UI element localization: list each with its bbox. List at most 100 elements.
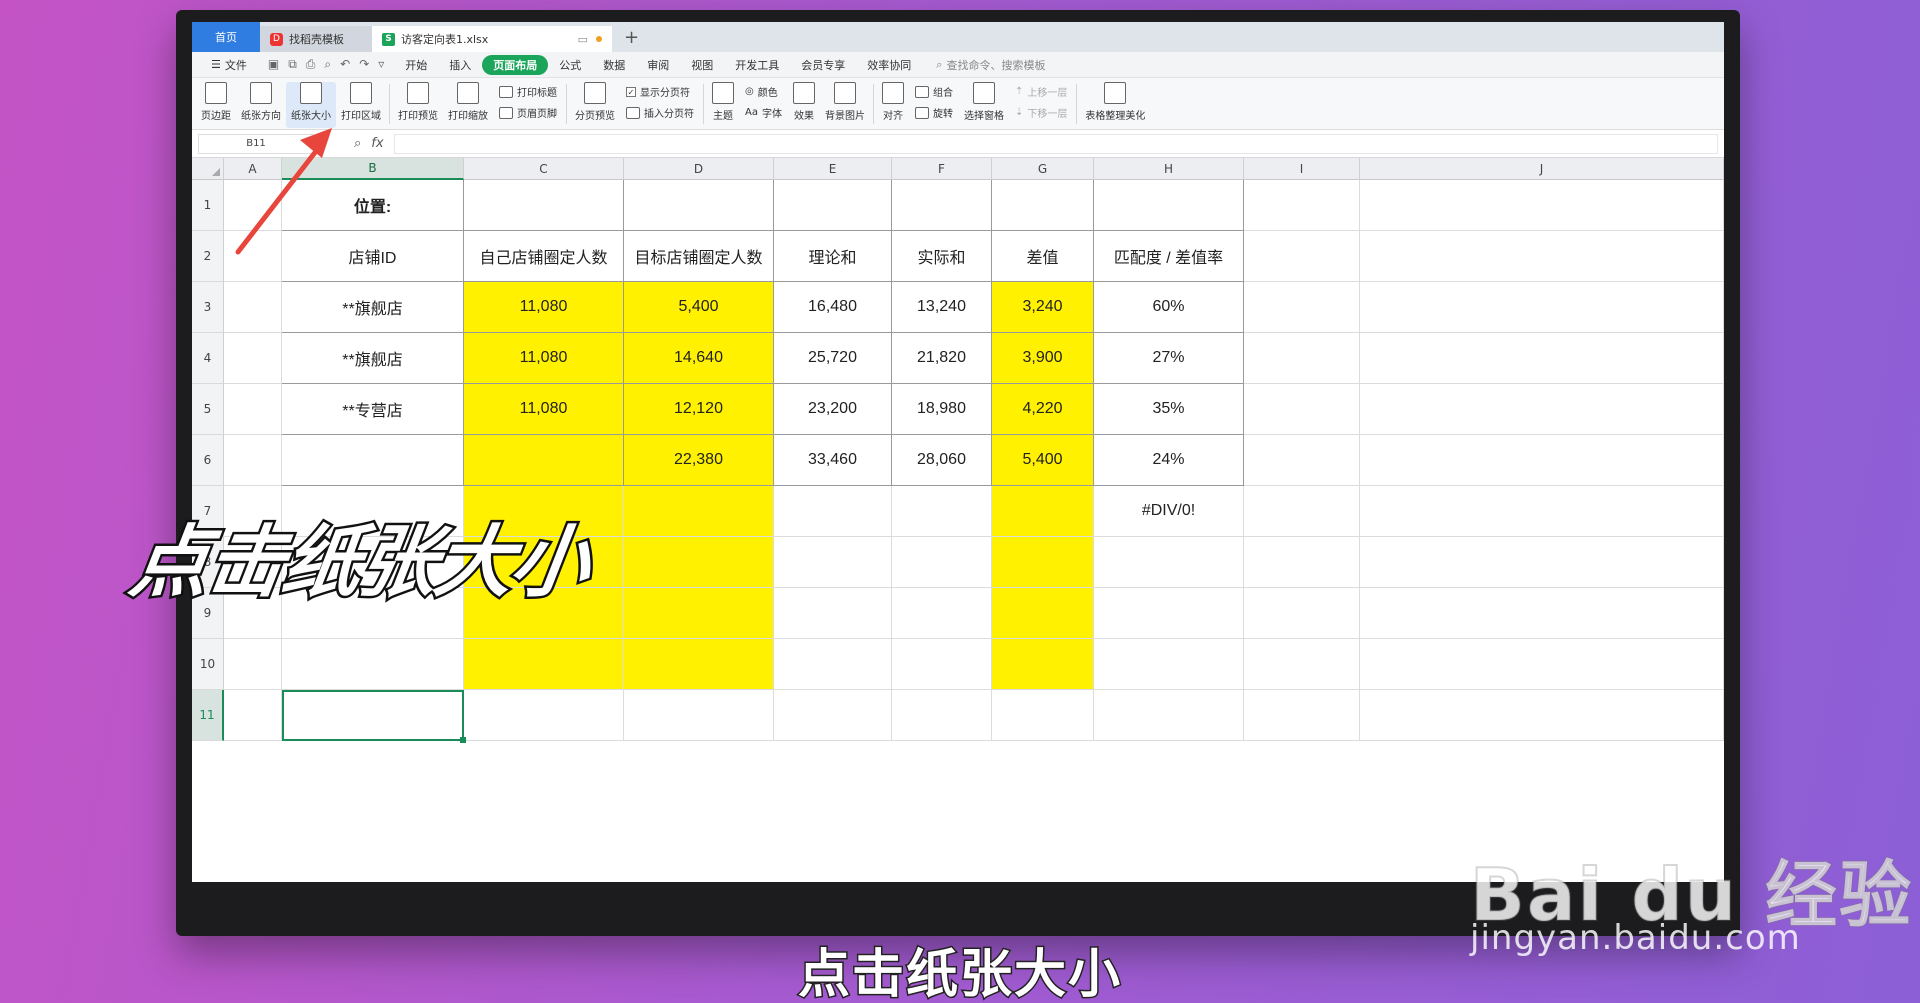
cell-b4[interactable]: **旗舰店 [282,333,464,384]
column-header-i[interactable]: I [1244,158,1360,180]
effects-button[interactable]: 效果 [788,82,820,128]
margins-button[interactable]: 页边距 [196,82,236,128]
cell-f3[interactable]: 13,240 [892,282,992,333]
cell-f6[interactable]: 28,060 [892,435,992,486]
theme-button[interactable]: 主题 [707,82,739,128]
row-header-1[interactable]: 1 [192,180,224,231]
cell-e8[interactable] [774,537,892,588]
cell-d10[interactable] [624,639,774,690]
print-icon[interactable]: ⎙ [306,57,316,72]
column-header-f[interactable]: F [892,158,992,180]
cell-c5[interactable]: 11,080 [464,384,624,435]
fx-icon[interactable]: fx [371,136,383,151]
cell-j3[interactable] [1360,282,1724,333]
cell-g11[interactable] [992,690,1094,741]
cell-g5[interactable]: 4,220 [992,384,1094,435]
cell-h8[interactable] [1094,537,1244,588]
menu-developer[interactable]: 开发工具 [724,55,790,75]
zoom-icon[interactable]: ⌕ [354,136,361,151]
name-box[interactable]: B11 ▾ [198,133,314,154]
menu-file[interactable]: ☰ 文件 [200,55,258,75]
cell-c4[interactable]: 11,080 [464,333,624,384]
chevron-down-icon[interactable]: ▾ [305,139,309,148]
paper-size-button[interactable]: 纸张大小 [286,82,336,128]
menu-formula[interactable]: 公式 [548,55,592,75]
cell-e6[interactable]: 33,460 [774,435,892,486]
tab-template[interactable]: D 找稻壳模板 [260,26,372,52]
cell-j11[interactable] [1360,690,1724,741]
tab-home[interactable]: 首页 [192,22,260,52]
cell-e2[interactable]: 理论和 [774,231,892,282]
cell-f2[interactable]: 实际和 [892,231,992,282]
send-backward-button[interactable]: ⇣ 下移一层 [1015,105,1067,120]
insert-page-break-button[interactable]: 插入分页符 [626,105,694,120]
colors-button[interactable]: ◎ 颜色 [745,84,782,99]
cell-f10[interactable] [892,639,992,690]
cell-c2[interactable]: 自己店铺圈定人数 [464,231,624,282]
menu-view[interactable]: 视图 [680,55,724,75]
page-break-preview-button[interactable]: 分页预览 [570,82,620,128]
print-titles-button[interactable]: 打印标题 [499,84,557,99]
preview-icon[interactable]: ⌕ [324,57,331,72]
group-button[interactable]: 组合 [914,84,953,99]
cell-d9[interactable] [624,588,774,639]
cell-j1[interactable] [1360,180,1724,231]
cell-a1[interactable] [224,180,282,231]
cell-a6[interactable] [224,435,282,486]
cell-i11[interactable] [1244,690,1360,741]
cell-h6[interactable]: 24% [1094,435,1244,486]
cell-i7[interactable] [1244,486,1360,537]
cell-c10[interactable] [464,639,624,690]
row-header-2[interactable]: 2 [192,231,224,282]
cell-h1[interactable] [1094,180,1244,231]
cell-i9[interactable] [1244,588,1360,639]
cell-a10[interactable] [224,639,282,690]
bring-forward-button[interactable]: ⇡ 上移一层 [1015,84,1067,99]
menu-review[interactable]: 审阅 [636,55,680,75]
cell-d8[interactable] [624,537,774,588]
row-header-5[interactable]: 5 [192,384,224,435]
cell-i2[interactable] [1244,231,1360,282]
cell-j8[interactable] [1360,537,1724,588]
fonts-button[interactable]: Aa 字体 [745,105,782,120]
tab-file[interactable]: S 访客定向表1.xlsx ▭ [372,26,612,52]
cell-j7[interactable] [1360,486,1724,537]
cell-g2[interactable]: 差值 [992,231,1094,282]
cell-h4[interactable]: 27% [1094,333,1244,384]
cell-c11[interactable] [464,690,624,741]
cell-g1[interactable] [992,180,1094,231]
fill-handle[interactable] [460,737,466,743]
cell-d7[interactable] [624,486,774,537]
cell-c6[interactable] [464,435,624,486]
cell-b10[interactable] [282,639,464,690]
cell-e11[interactable] [774,690,892,741]
cell-f8[interactable] [892,537,992,588]
cell-e3[interactable]: 16,480 [774,282,892,333]
cell-g4[interactable]: 3,900 [992,333,1094,384]
screen-icon[interactable]: ▭ [578,33,588,46]
row-header-11[interactable]: 11 [192,690,224,741]
cell-e1[interactable] [774,180,892,231]
cell-d1[interactable] [624,180,774,231]
cell-g3[interactable]: 3,240 [992,282,1094,333]
cell-d11[interactable] [624,690,774,741]
cell-a11[interactable] [224,690,282,741]
row-header-4[interactable]: 4 [192,333,224,384]
cell-g10[interactable] [992,639,1094,690]
cell-j9[interactable] [1360,588,1724,639]
cell-a2[interactable] [224,231,282,282]
cell-f7[interactable] [892,486,992,537]
row-header-10[interactable]: 10 [192,639,224,690]
cell-d6[interactable]: 22,380 [624,435,774,486]
cell-f9[interactable] [892,588,992,639]
select-all-corner[interactable] [192,158,224,180]
cell-f5[interactable]: 18,980 [892,384,992,435]
cell-h7[interactable]: #DIV/0! [1094,486,1244,537]
menu-collab[interactable]: 效率协同 [856,55,922,75]
cell-h11[interactable] [1094,690,1244,741]
cell-h2[interactable]: 匹配度 / 差值率 [1094,231,1244,282]
column-header-e[interactable]: E [774,158,892,180]
formula-input[interactable] [393,133,1718,154]
cell-d5[interactable]: 12,120 [624,384,774,435]
cell-b3[interactable]: **旗舰店 [282,282,464,333]
